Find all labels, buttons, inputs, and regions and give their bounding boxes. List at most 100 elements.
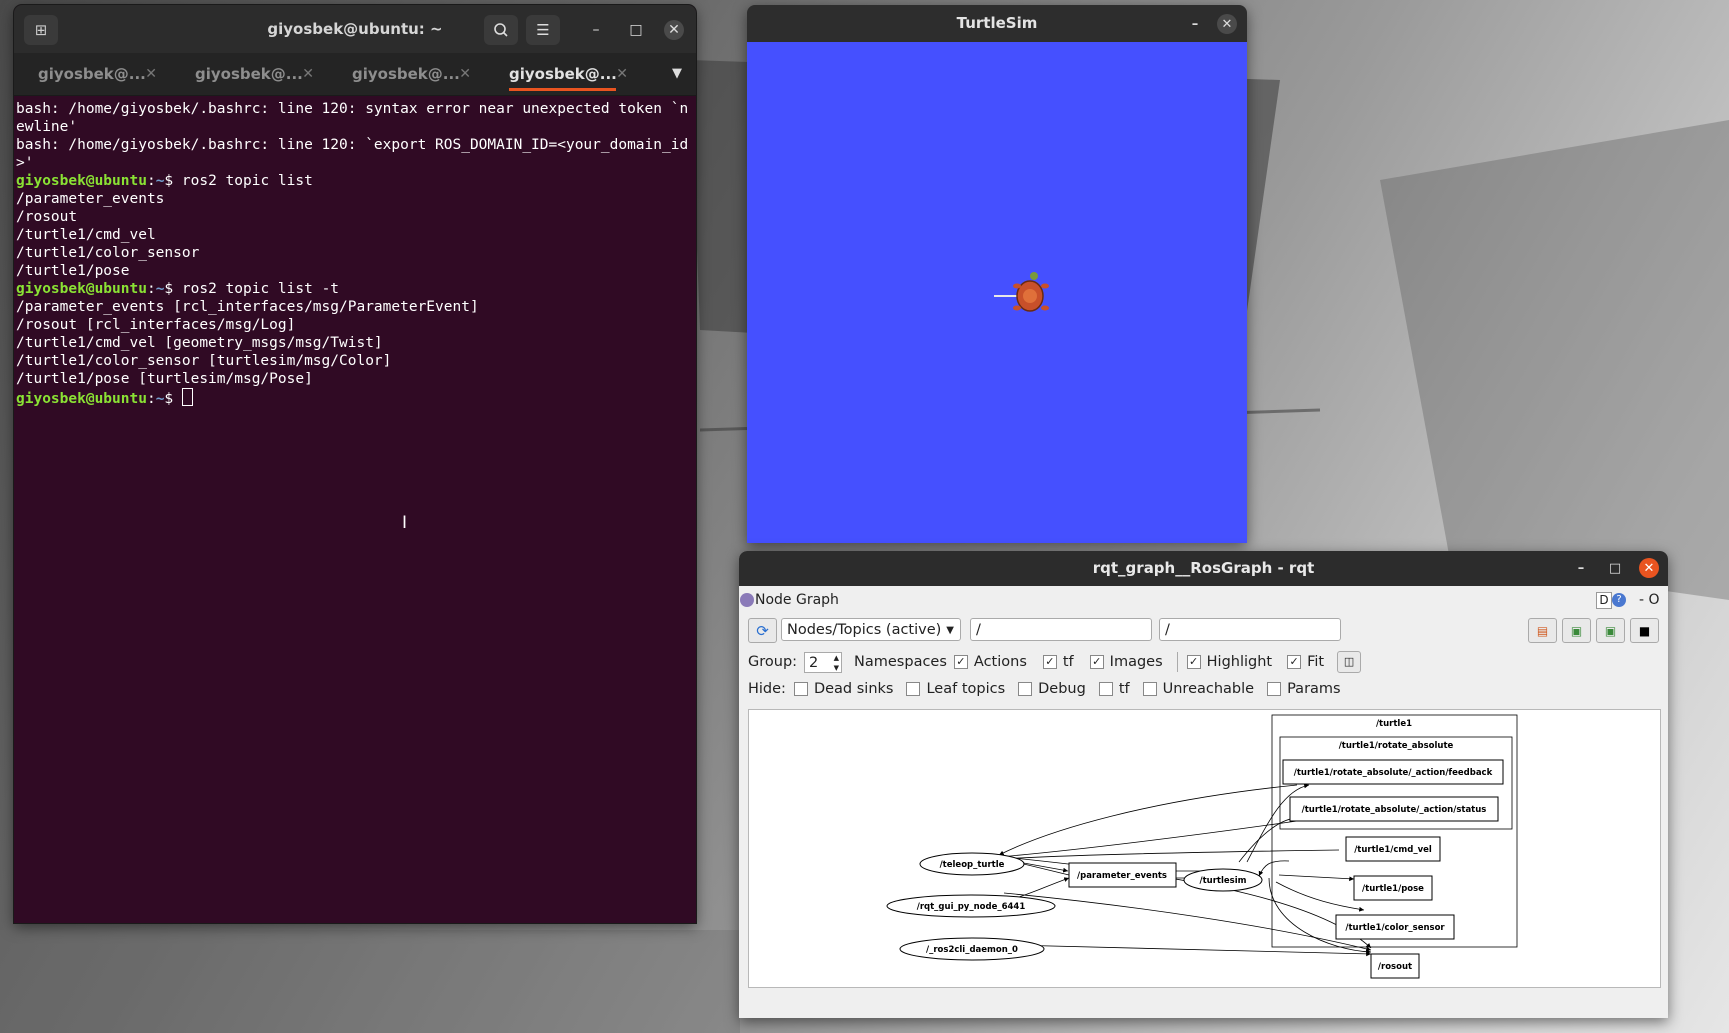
topic-status[interactable]: /turtle1/rotate_absolute/_action/status — [1302, 805, 1487, 815]
terminal-tab[interactable]: giyosbek@... ✕ — [328, 53, 483, 95]
topic-color-sensor[interactable]: /turtle1/color_sensor — [1345, 923, 1445, 933]
topic-cmd-vel[interactable]: /turtle1/cmd_vel — [1354, 845, 1432, 855]
hamburger-icon: ☰ — [536, 21, 550, 39]
maximize-button[interactable]: □ — [1605, 558, 1625, 578]
minimize-button[interactable]: – — [1185, 14, 1205, 34]
terminal-tab[interactable]: giyosbek@... ✕ — [14, 53, 169, 95]
output-text: bash: /home/giyosbek/.bashrc: line 120: … — [16, 101, 689, 135]
close-icon: ✕ — [1221, 16, 1233, 32]
group-spinbox[interactable]: 2 ▲ ▼ — [804, 651, 843, 673]
minimize-button[interactable]: – — [586, 20, 606, 40]
plugin-bar: Node Graph D ? - O — [739, 586, 1668, 614]
plugin-window-controls[interactable]: - O — [1639, 586, 1660, 614]
terminal-tab[interactable]: giyosbek@... ✕ — [171, 53, 326, 95]
refresh-button[interactable]: ⟳ — [748, 618, 777, 643]
hide-row: Hide: Dead sinks Leaf topics Debug tf Un… — [748, 681, 1341, 697]
minimize-icon: – — [1191, 16, 1199, 32]
node-graph-canvas[interactable]: /turtle1 /turtle1/rotate_absolute /turtl… — [748, 709, 1661, 988]
debug-checkbox[interactable] — [1018, 682, 1033, 696]
terminal-prompt-line: giyosbek@ubuntu:~$ ros2 topic list -t — [16, 281, 340, 297]
output-text: /rosout — [16, 209, 78, 225]
close-button[interactable]: ✕ — [1217, 14, 1237, 34]
dead-sinks-checkbox[interactable] — [793, 682, 808, 696]
maximize-icon: □ — [1608, 560, 1622, 576]
images-checkbox[interactable]: ✓ — [1089, 655, 1104, 669]
topic-pose[interactable]: /turtle1/pose — [1362, 884, 1424, 894]
tab-close-icon[interactable]: ✕ — [459, 53, 471, 95]
terminal-output-line: /turtle1/pose [turtlesim/msg/Pose] — [16, 370, 694, 388]
node-teleop-turtle[interactable]: /teleop_turtle — [940, 860, 1005, 870]
ros-graph: /turtle1 /turtle1/rotate_absolute /turtl… — [886, 714, 1518, 979]
save-svg-icon: ▣ — [1604, 623, 1617, 638]
fit-view-icon: ◫ — [1343, 655, 1355, 668]
maximize-button[interactable]: □ — [626, 20, 646, 40]
node-rqt-gui[interactable]: /rqt_gui_py_node_6441 — [917, 902, 1026, 912]
output-text: /turtle1/cmd_vel — [16, 227, 156, 243]
terminal-output-line: /parameter_events [rcl_interfaces/msg/Pa… — [16, 298, 694, 316]
turtlesim-canvas — [747, 42, 1247, 543]
prompt-command: ros2 topic list — [181, 173, 313, 189]
fit-view-button[interactable]: ◫ — [1337, 651, 1362, 673]
prompt-path: ~ — [155, 281, 165, 297]
tab-close-icon[interactable]: ✕ — [302, 53, 314, 95]
save-dot-button[interactable]: ▣ — [1562, 618, 1591, 643]
highlight-checkbox[interactable]: ✓ — [1186, 655, 1201, 669]
dock-button[interactable]: D — [1596, 592, 1612, 609]
menu-button[interactable]: ☰ — [526, 15, 560, 45]
output-text: bash: /home/giyosbek/.bashrc: line 120: … — [16, 137, 689, 171]
prompt-command: ros2 topic list -t — [181, 281, 340, 297]
tf-label: tf — [1062, 654, 1074, 670]
terminal-output[interactable]: bash: /home/giyosbek/.bashrc: line 120: … — [14, 96, 696, 408]
close-icon: ✕ — [668, 22, 680, 38]
tabs-dropdown-icon[interactable]: ▼ — [672, 53, 682, 95]
fit-label: Fit — [1307, 654, 1325, 670]
group-label-turtle1: /turtle1 — [1376, 719, 1412, 729]
node-turtlesim[interactable]: /turtlesim — [1200, 876, 1247, 886]
save-svg-button[interactable]: ▣ — [1596, 618, 1625, 643]
node-filter-input[interactable]: / — [970, 618, 1152, 641]
turtlesim-window[interactable]: TurtleSim – ✕ — [747, 5, 1247, 543]
tf-checkbox[interactable]: ✓ — [1042, 655, 1057, 669]
topic-feedback[interactable]: /turtle1/rotate_absolute/_action/feedbac… — [1294, 768, 1493, 778]
terminal-tab-active[interactable]: giyosbek@... ✕ — [485, 53, 640, 95]
edge — [998, 849, 1340, 862]
output-text: /parameter_events — [16, 191, 165, 207]
group-label-rotate-absolute: /turtle1/rotate_absolute — [1339, 741, 1454, 751]
node-ros2cli-daemon[interactable]: /_ros2cli_daemon_0 — [926, 945, 1018, 955]
chevron-down-icon: ▼ — [946, 625, 954, 636]
mode-select[interactable]: Nodes/Topics (active) ▼ — [781, 618, 961, 641]
actions-label: Actions — [973, 654, 1027, 670]
highlight-label: Highlight — [1206, 654, 1273, 670]
rqt-window[interactable]: rqt_graph__RosGraph - rqt – □ ✕ Node Gra… — [739, 551, 1668, 1018]
params-checkbox[interactable] — [1267, 682, 1282, 696]
help-icon[interactable]: ? — [1612, 593, 1626, 607]
spinner-arrows-icon[interactable]: ▲ ▼ — [834, 653, 839, 673]
terminal-window[interactable]: ⊞ giyosbek@ubuntu: ~ ☰ – □ ✕ giyosbek@..… — [14, 5, 696, 923]
search-button[interactable] — [484, 15, 518, 45]
hide-tf-label: tf — [1118, 681, 1130, 697]
fit-checkbox[interactable]: ✓ — [1287, 655, 1302, 669]
topic-rosout[interactable]: /rosout — [1378, 962, 1412, 972]
close-button[interactable]: ✕ — [664, 20, 684, 40]
output-text: /rosout [rcl_interfaces/msg/Log] — [16, 317, 296, 333]
terminal-prompt-line: giyosbek@ubuntu:~$ — [16, 388, 694, 408]
leaf-topics-checkbox[interactable] — [906, 682, 921, 696]
topic-parameter-events[interactable]: /parameter_events — [1077, 871, 1167, 881]
topic-filter-input[interactable]: / — [1159, 618, 1341, 641]
hide-tf-checkbox[interactable] — [1098, 682, 1113, 696]
prompt-user: giyosbek@ubuntu — [16, 391, 147, 407]
unreachable-checkbox[interactable] — [1142, 682, 1157, 696]
minimize-button[interactable]: – — [1571, 558, 1591, 578]
tab-close-icon[interactable]: ✕ — [145, 53, 157, 95]
actions-checkbox[interactable]: ✓ — [953, 655, 968, 669]
close-button[interactable]: ✕ — [1639, 558, 1659, 578]
load-dot-button[interactable]: ▤ — [1528, 618, 1557, 643]
output-text: /turtle1/color_sensor [turtlesim/msg/Col… — [16, 353, 392, 369]
terminal-output-line: /turtle1/cmd_vel [geometry_msgs/msg/Twis… — [16, 334, 694, 352]
terminal-output-line: /turtle1/cmd_vel — [16, 226, 694, 244]
output-text: /parameter_events [rcl_interfaces/msg/Pa… — [16, 299, 479, 315]
save-image-button[interactable]: ■ — [1630, 618, 1659, 643]
group-label: Group: — [748, 654, 798, 670]
terminal-output-line: /parameter_events — [16, 190, 694, 208]
tab-close-icon[interactable]: ✕ — [616, 53, 628, 95]
